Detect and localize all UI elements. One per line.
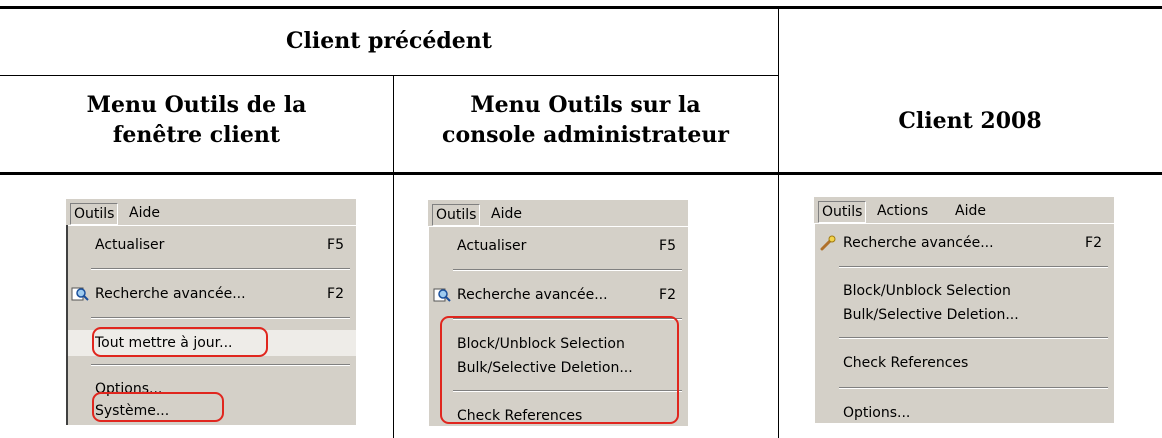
menu-separator [839, 387, 1108, 389]
highlight-box-admin-items [440, 316, 679, 424]
highlight-box-tout [92, 327, 268, 357]
menu-bar: Outils Actions Aide [814, 197, 1114, 223]
menu-item-label: Options... [843, 405, 911, 421]
menu-outils[interactable]: Outils [70, 203, 119, 225]
menu-separator [839, 266, 1108, 268]
menu-item-bulk-deletion[interactable]: Bulk/Selective Deletion... [815, 304, 1114, 326]
tools-dropdown: Recherche avancée... F2 Block/Unblock Se… [814, 223, 1114, 423]
menu-item-check-references[interactable]: Check References [815, 352, 1114, 374]
menu-aide[interactable]: Aide [488, 204, 525, 224]
menu-item-options[interactable]: Options... [815, 402, 1114, 424]
header-client-2008: Client 2008 [898, 108, 1042, 134]
menu-item-label: Bulk/Selective Deletion... [843, 307, 1019, 323]
menu-item-actualiser[interactable]: Actualiser F5 [429, 235, 688, 257]
column-divider-right [778, 8, 779, 438]
menu-aide[interactable]: Aide [952, 201, 989, 221]
menu-screenshot-client-2008: Outils Actions Aide Recherche avancée...… [814, 197, 1114, 423]
menu-screenshot-client-window: Outils Aide Actualiser F5 Recherche avan… [66, 199, 356, 425]
header-bottom-border [0, 172, 1162, 175]
header-admin-console-tools: Menu Outils sur la console administrateu… [393, 90, 778, 150]
highlight-box-systeme [92, 392, 224, 422]
header-previous-client: Client précédent [286, 28, 492, 54]
menu-separator [453, 269, 682, 271]
menu-item-label: Actualiser [95, 237, 165, 253]
header-line: console administrateur [442, 122, 729, 148]
menu-bar: Outils Aide [428, 200, 688, 226]
header-line: Menu Outils sur la [470, 92, 701, 118]
shortcut-label: F2 [659, 287, 676, 303]
header-line: Menu Outils de la [86, 92, 307, 118]
menu-separator [91, 317, 350, 319]
menu-screenshot-admin-console: Outils Aide Actualiser F5 Recherche avan… [428, 200, 688, 426]
menu-item-label: Recherche avancée... [95, 286, 246, 302]
menu-outils[interactable]: Outils [432, 204, 481, 226]
table-top-border [0, 6, 1162, 9]
search-magnifier-icon [71, 286, 89, 302]
menu-item-actualiser[interactable]: Actualiser F5 [67, 234, 356, 256]
menu-separator [91, 364, 350, 366]
menu-item-label: Actualiser [457, 238, 527, 254]
menu-item-recherche[interactable]: Recherche avancée... F2 [815, 232, 1114, 254]
menu-separator [91, 268, 350, 270]
menu-item-label: Check References [843, 355, 969, 371]
header-divider [0, 75, 778, 76]
menu-item-label: Recherche avancée... [843, 235, 994, 251]
menu-item-recherche[interactable]: Recherche avancée... F2 [67, 283, 356, 305]
menu-separator [839, 337, 1108, 339]
shortcut-label: F2 [327, 286, 344, 302]
window-edge [66, 225, 68, 425]
search-magnifier-icon [433, 287, 451, 303]
search-wand-icon [819, 235, 837, 251]
menu-bar: Outils Aide [66, 199, 356, 225]
menu-actions[interactable]: Actions [874, 201, 931, 221]
shortcut-label: F5 [659, 238, 676, 254]
header-client-window-tools: Menu Outils de la fenêtre client [0, 90, 393, 150]
shortcut-label: F2 [1085, 235, 1102, 251]
menu-item-block-unblock[interactable]: Block/Unblock Selection [815, 280, 1114, 302]
menu-aide[interactable]: Aide [126, 203, 163, 223]
menu-outils[interactable]: Outils [818, 201, 867, 223]
menu-item-recherche[interactable]: Recherche avancée... F2 [429, 284, 688, 306]
shortcut-label: F5 [327, 237, 344, 253]
menu-item-label: Block/Unblock Selection [843, 283, 1011, 299]
menu-item-label: Recherche avancée... [457, 287, 608, 303]
header-line: fenêtre client [112, 122, 281, 148]
